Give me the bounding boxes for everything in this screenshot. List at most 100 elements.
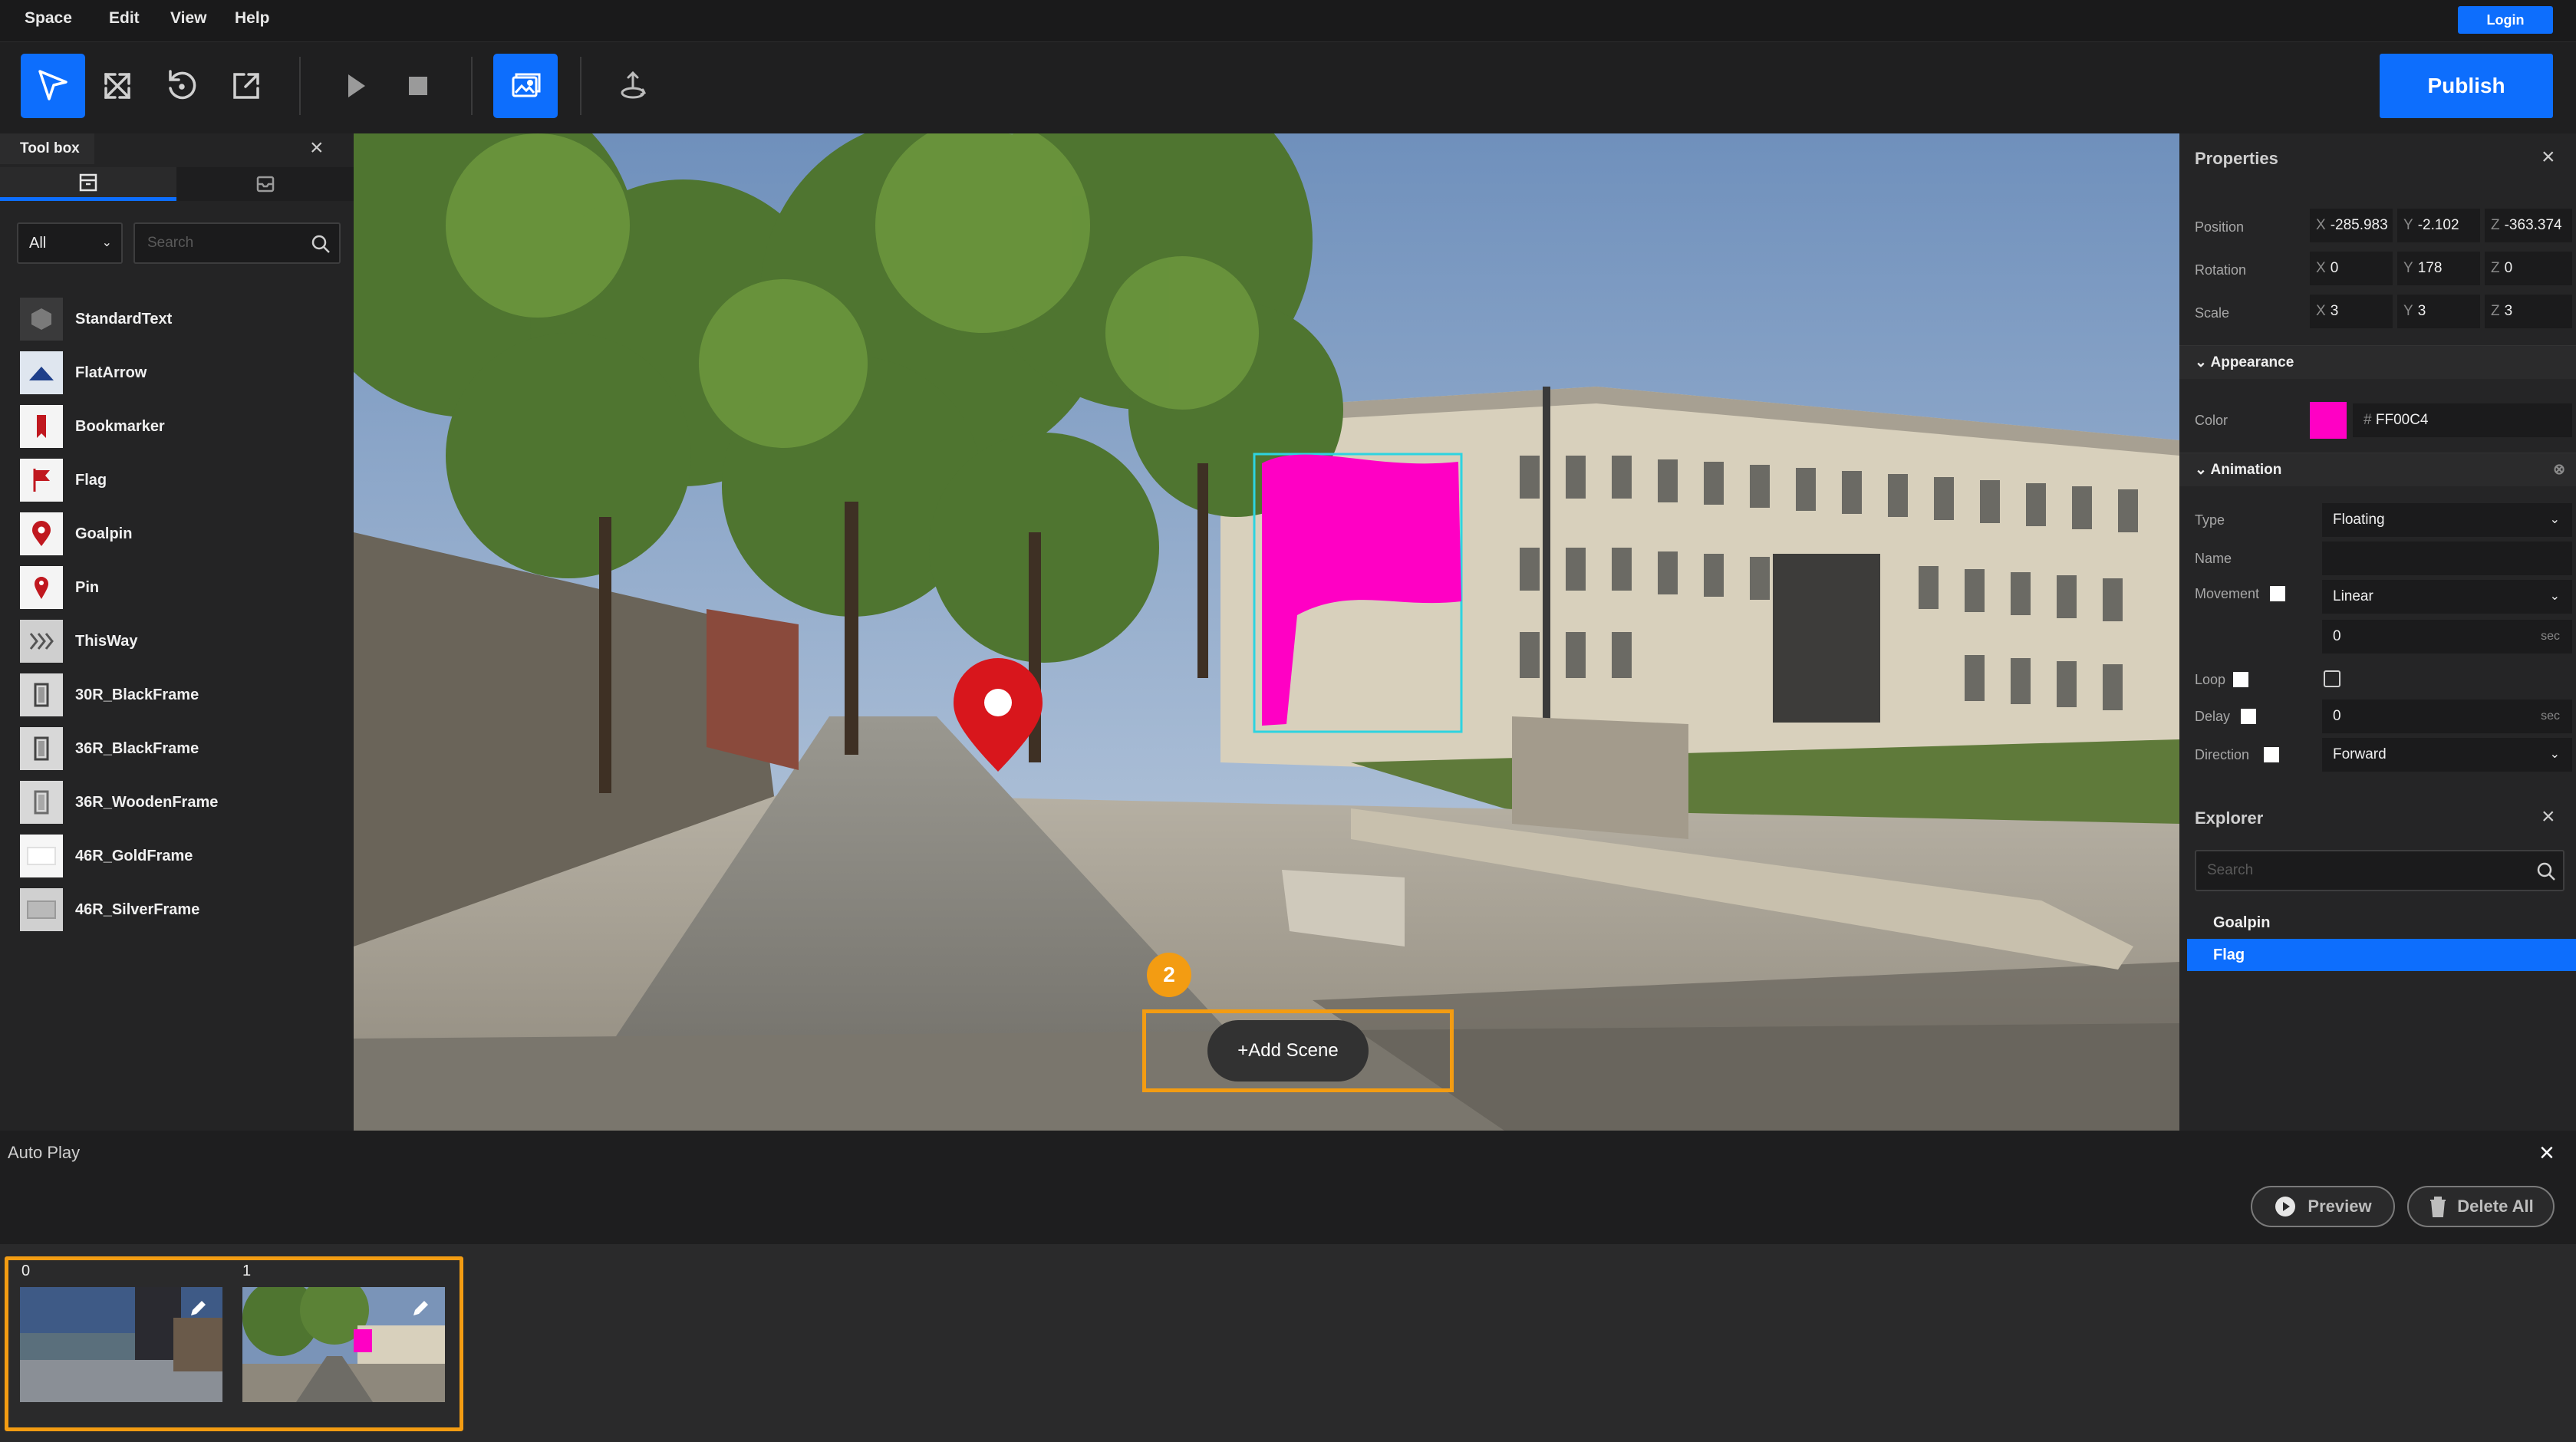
rotation-z-field[interactable]: Z0: [2485, 252, 2572, 285]
loop-toggle-checkbox[interactable]: [2324, 670, 2340, 687]
publish-button[interactable]: Publish: [2380, 54, 2553, 118]
tool-item-46r-silverframe[interactable]: 46R_SilverFrame: [20, 887, 342, 933]
frame-icon: [20, 673, 63, 716]
thisway-icon: [20, 620, 63, 663]
menu-help[interactable]: Help: [235, 9, 270, 28]
type-value: Floating: [2333, 512, 2385, 528]
reset-icon[interactable]: ⊗: [2553, 453, 2565, 487]
stop-icon: [409, 77, 427, 95]
tool-item-bookmarker[interactable]: Bookmarker: [20, 403, 342, 449]
tool-item-30r-blackframe[interactable]: 30R_BlackFrame: [20, 672, 342, 718]
duration-input[interactable]: 0 sec: [2322, 620, 2572, 654]
position-label: Position: [2195, 219, 2245, 235]
scene-thumbnail-0[interactable]: [20, 1287, 222, 1402]
rotate-tool-button[interactable]: [150, 54, 214, 118]
animation-section-header[interactable]: ⌄ Animation ⊗: [2179, 453, 2576, 486]
tool-item-36r-woodenframe[interactable]: 36R_WoodenFrame: [20, 779, 342, 825]
search-placeholder: Search: [2207, 862, 2254, 878]
select-tool-button[interactable]: [21, 54, 85, 118]
transform-tool-button[interactable]: [85, 54, 150, 118]
position-y-value: -2.102: [2417, 217, 2459, 233]
tool-item-label: 46R_GoldFrame: [75, 847, 193, 864]
tool-item-thisway[interactable]: ThisWay: [20, 618, 342, 664]
delay-input[interactable]: 0 sec: [2322, 700, 2572, 733]
movement-label: Movement: [2195, 586, 2260, 601]
scale-x-field[interactable]: X3: [2310, 295, 2393, 328]
direction-checkbox[interactable]: [2264, 747, 2279, 762]
close-icon[interactable]: ×: [2541, 804, 2555, 830]
play-button[interactable]: [323, 54, 387, 118]
direction-value: Forward: [2333, 746, 2387, 762]
scene-viewport[interactable]: 2 +Add Scene: [354, 133, 2179, 1131]
arrow-icon: [20, 351, 63, 394]
direction-select[interactable]: Forward ⌄: [2322, 738, 2572, 772]
properties-title: Properties: [2195, 149, 2278, 168]
tool-item-46r-goldframe[interactable]: 46R_GoldFrame: [20, 833, 342, 879]
delay-label: Delay: [2195, 709, 2231, 724]
tool-item-flatarrow[interactable]: FlatArrow: [20, 350, 342, 396]
delay-checkbox[interactable]: [2241, 709, 2256, 724]
scale-tool-button[interactable]: [214, 54, 278, 118]
color-swatch[interactable]: [2310, 402, 2347, 439]
add-scene-button[interactable]: +Add Scene: [1207, 1020, 1369, 1082]
tab-objects[interactable]: [0, 167, 176, 201]
stop-button[interactable]: [386, 54, 450, 118]
position-x-field[interactable]: X -285.983: [2310, 209, 2393, 242]
position-z-field[interactable]: Z -363.374: [2485, 209, 2572, 242]
type-label: Type: [2195, 512, 2225, 528]
explorer-search-input[interactable]: Search: [2195, 850, 2564, 891]
tool-item-36r-blackframe[interactable]: 36R_BlackFrame: [20, 726, 342, 772]
explorer-item-goalpin[interactable]: Goalpin: [2187, 907, 2576, 939]
tool-item-label: Goalpin: [75, 525, 133, 542]
close-icon[interactable]: ×: [2541, 144, 2555, 170]
scene-image-button[interactable]: [493, 54, 558, 118]
appearance-section-header[interactable]: ⌄ Appearance: [2179, 345, 2576, 379]
search-icon[interactable]: [2535, 861, 2557, 882]
tool-item-pin[interactable]: Pin: [20, 565, 342, 611]
rotation-x-field[interactable]: X0: [2310, 252, 2393, 285]
scene-thumbnail-1[interactable]: [242, 1287, 445, 1402]
chevron-down-icon: ⌄: [2195, 462, 2211, 478]
tool-item-standardtext[interactable]: StandardText: [20, 296, 342, 342]
scale-z-field[interactable]: Z3: [2485, 295, 2572, 328]
edit-scene-button[interactable]: [181, 1293, 215, 1324]
toolbox-search-input[interactable]: Search: [133, 222, 341, 264]
close-icon[interactable]: ×: [310, 135, 324, 161]
category-filter-select[interactable]: All ⌄: [17, 222, 123, 264]
color-hex-field[interactable]: # FF00C4: [2353, 403, 2572, 437]
tool-item-label: Bookmarker: [75, 417, 165, 435]
tool-item-flag[interactable]: Flag: [20, 457, 342, 503]
rotation-y-field[interactable]: Y 178: [2397, 252, 2480, 285]
explorer-item-flag[interactable]: Flag: [2187, 939, 2576, 971]
edit-scene-button[interactable]: [404, 1293, 437, 1324]
scene-strip: 0 1: [0, 1244, 2576, 1442]
loop-checkbox[interactable]: [2233, 672, 2248, 687]
tool-item-goalpin[interactable]: Goalpin: [20, 511, 342, 557]
search-placeholder: Search: [147, 235, 194, 251]
close-icon[interactable]: ×: [2539, 1138, 2555, 1168]
cube-icon: [20, 298, 63, 341]
tab-templates[interactable]: [176, 167, 354, 201]
search-icon[interactable]: [310, 233, 331, 255]
movement-select[interactable]: Linear ⌄: [2322, 580, 2572, 614]
scale-y-field[interactable]: Y3: [2397, 295, 2480, 328]
delete-all-button[interactable]: Delete All: [2407, 1186, 2555, 1227]
autoplay-label: Auto Play: [8, 1143, 81, 1162]
toolbox-panel: Tool box × All ⌄ Search StandardText Fla…: [0, 133, 354, 1131]
movement-checkbox[interactable]: [2270, 586, 2285, 601]
flag-icon: [20, 459, 63, 502]
scale-label: Scale: [2195, 305, 2230, 321]
name-input[interactable]: [2322, 542, 2572, 575]
type-select[interactable]: Floating ⌄: [2322, 503, 2572, 537]
pin-icon: [20, 566, 63, 609]
menu-view[interactable]: View: [170, 9, 206, 28]
bookmark-icon: [20, 405, 63, 448]
menu-edit[interactable]: Edit: [109, 9, 140, 28]
camera-tool-button[interactable]: [601, 54, 665, 118]
preview-button[interactable]: Preview: [2251, 1186, 2395, 1227]
expand-arrows-icon: [104, 73, 130, 99]
login-button[interactable]: Login: [2458, 6, 2553, 34]
position-y-field[interactable]: Y -2.102: [2397, 209, 2480, 242]
direction-label: Direction: [2195, 747, 2250, 762]
menu-space[interactable]: Space: [25, 9, 72, 28]
